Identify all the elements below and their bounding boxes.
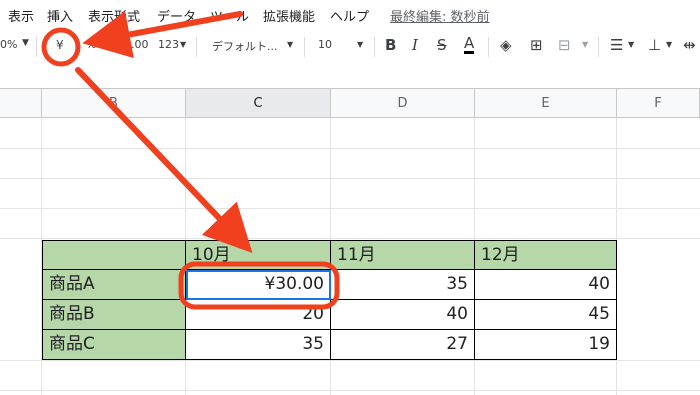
table-cell[interactable]: 27 xyxy=(331,330,475,360)
gridline xyxy=(0,148,700,149)
zoom-select[interactable]: 0% xyxy=(0,38,17,51)
more-formats-dropdown-icon[interactable]: ▼ xyxy=(180,40,186,49)
menu-extensions[interactable]: 拡張機能 xyxy=(263,6,315,25)
fill-color-icon[interactable]: ◈ xyxy=(500,36,512,54)
percent-format-button[interactable]: % xyxy=(86,38,96,51)
borders-icon[interactable]: ⊞ xyxy=(530,36,543,54)
column-header-b[interactable]: B xyxy=(42,88,186,118)
table-cell[interactable]: 35 xyxy=(331,270,475,300)
horizontal-align-icon[interactable]: ☰ xyxy=(610,36,623,54)
toolbar-separator xyxy=(374,37,375,57)
merge-dropdown-icon[interactable]: ▼ xyxy=(582,40,588,49)
zoom-dropdown-icon[interactable]: ▼ xyxy=(22,38,29,48)
selected-cell[interactable]: ¥30.00 xyxy=(186,270,331,300)
increase-decimal-button[interactable]: .00 xyxy=(131,38,149,51)
valign-dropdown-icon[interactable]: ▼ xyxy=(666,40,672,49)
table-cell[interactable]: 40 xyxy=(475,270,617,300)
column-header-f[interactable]: F xyxy=(617,88,700,118)
column-header-d[interactable]: D xyxy=(331,88,475,118)
menu-view[interactable]: 表示 xyxy=(8,6,34,25)
table-header-cell[interactable]: 11月 xyxy=(331,240,475,270)
last-edit-link[interactable]: 最終編集: 数秒前 xyxy=(390,6,490,25)
toolbar-separator xyxy=(36,37,37,57)
row-label-cell[interactable]: 商品C xyxy=(42,330,186,360)
table-cell[interactable]: 19 xyxy=(475,330,617,360)
table-cell[interactable]: 20 xyxy=(186,300,331,330)
text-wrap-icon[interactable]: ⇹ xyxy=(683,36,696,54)
vertical-align-icon[interactable]: ⊥ xyxy=(648,36,661,54)
table-header-cell[interactable] xyxy=(42,240,186,270)
gridline xyxy=(0,360,700,361)
table-header-cell[interactable]: 12月 xyxy=(475,240,617,270)
spreadsheet-grid[interactable]: B C D E F 10月 11月 12月 商品A ¥30.00 35 40 商… xyxy=(0,88,700,395)
toolbar-separator xyxy=(304,37,305,57)
gridline xyxy=(0,208,700,209)
gridline xyxy=(0,178,700,179)
menu-help[interactable]: ヘルプ xyxy=(330,6,369,25)
column-header-e[interactable]: E xyxy=(475,88,617,118)
column-header-a[interactable] xyxy=(0,88,42,118)
toolbar-separator xyxy=(598,37,599,57)
menu-tools[interactable]: ツール xyxy=(210,6,249,25)
menu-format[interactable]: 表示形式 xyxy=(88,6,140,25)
menu-data[interactable]: データ xyxy=(157,6,196,25)
currency-format-button[interactable]: ¥ xyxy=(56,38,64,52)
decrease-decimal-button[interactable]: .0 xyxy=(104,38,115,51)
font-dropdown-icon[interactable]: ▼ xyxy=(287,40,293,49)
font-size-dropdown-icon[interactable]: ▼ xyxy=(357,40,363,49)
menu-bar: 表示 挿入 表示形式 データ ツール 拡張機能 ヘルプ 最終編集: 数秒前 xyxy=(0,0,700,30)
align-dropdown-icon[interactable]: ▼ xyxy=(628,40,634,49)
font-select[interactable]: デフォルト... xyxy=(212,38,278,54)
toolbar: 0% ▼ ¥ % .0 .00 123 ▼ デフォルト... ▼ 10 ▼ B … xyxy=(0,30,700,64)
gridline xyxy=(0,390,700,391)
row-label-cell[interactable]: 商品B xyxy=(42,300,186,330)
table-cell[interactable]: 35 xyxy=(186,330,331,360)
more-formats-button[interactable]: 123 xyxy=(158,38,179,51)
merge-cells-icon[interactable]: ⊟ xyxy=(558,36,571,54)
toolbar-separator xyxy=(196,37,197,57)
italic-icon[interactable]: I xyxy=(412,36,418,54)
toolbar-separator xyxy=(488,37,489,57)
strikethrough-icon[interactable]: S xyxy=(437,36,447,54)
table-cell[interactable]: 45 xyxy=(475,300,617,330)
font-size-select[interactable]: 10 xyxy=(318,38,332,51)
row-label-cell[interactable]: 商品A xyxy=(42,270,186,300)
text-color-icon[interactable]: A xyxy=(464,36,475,54)
table-cell[interactable]: 40 xyxy=(331,300,475,330)
menu-insert[interactable]: 挿入 xyxy=(47,6,73,25)
column-header-c[interactable]: C xyxy=(186,88,331,118)
bold-icon[interactable]: B xyxy=(385,36,396,54)
table-header-cell[interactable]: 10月 xyxy=(186,240,331,270)
gridline xyxy=(0,238,700,239)
